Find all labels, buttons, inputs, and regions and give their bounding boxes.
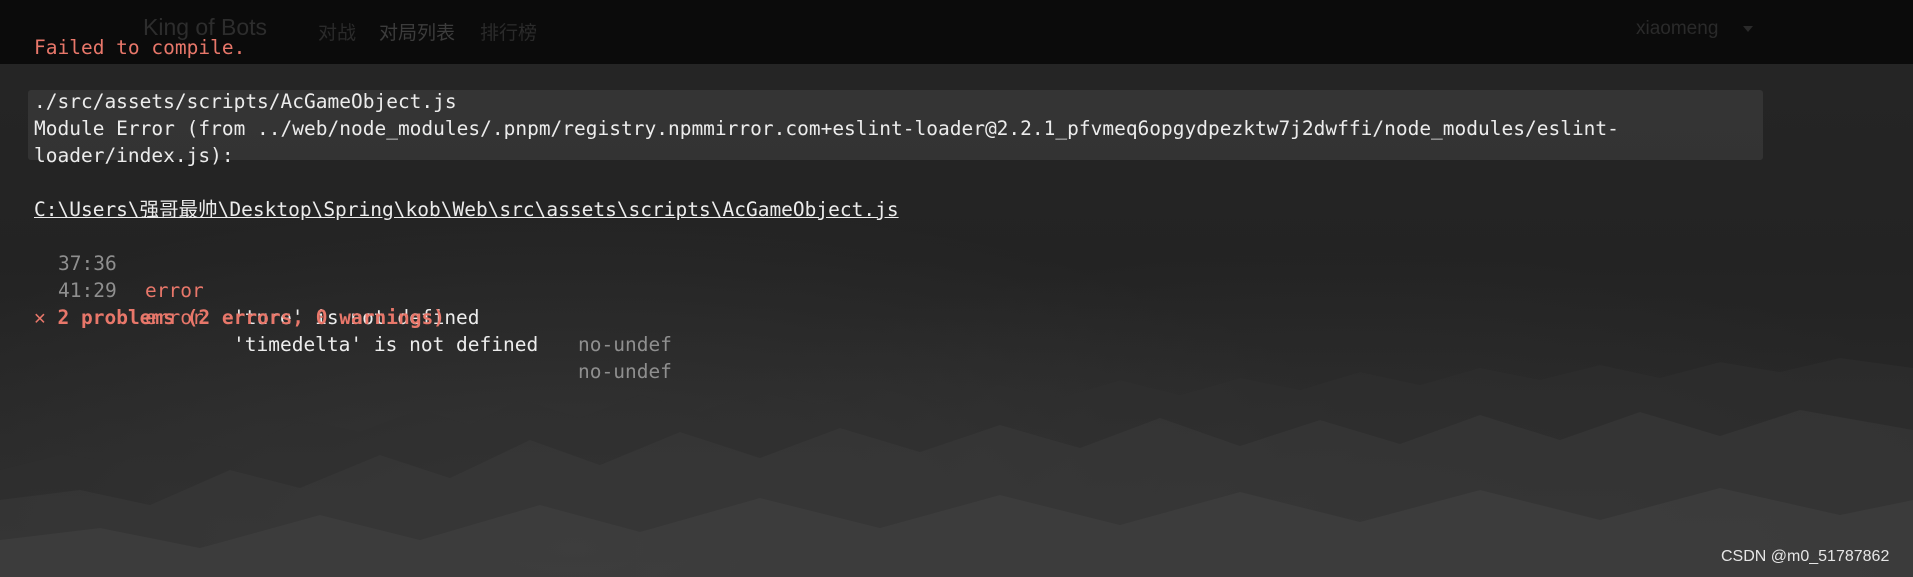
- module-error-line1: Module Error (from ../web/node_modules/.…: [34, 117, 1619, 140]
- summary-text: 2 problems (2 errors, 0 warnings): [57, 306, 445, 329]
- error-title: Failed to compile.: [34, 36, 246, 59]
- page: King of Bots 对战 对局列表 排行榜 xiaomeng Failed…: [0, 0, 1913, 577]
- watermark: CSDN @m0_51787862: [1721, 548, 1890, 565]
- error-rule: no-undef: [578, 333, 672, 356]
- module-error-line2: loader/index.js):: [34, 144, 234, 167]
- error-level: error: [145, 279, 204, 302]
- error-overlay: Failed to compile. ./src/assets/scripts/…: [0, 0, 1913, 577]
- file-path-link[interactable]: C:\Users\强哥最帅\Desktop\Spring\kob\Web\src…: [34, 196, 899, 223]
- error-position: 41:29: [58, 279, 117, 302]
- error-message: 'timedelta' is not defined: [233, 333, 539, 356]
- error-rule: no-undef: [578, 360, 672, 383]
- module-path: ./src/assets/scripts/AcGameObject.js: [34, 90, 457, 113]
- error-row: 41:29 error 'timedelta' is not defined n…: [0, 250, 672, 412]
- problems-summary: ✕ 2 problems (2 errors, 0 warnings): [34, 304, 445, 331]
- x-icon: ✕: [34, 306, 46, 329]
